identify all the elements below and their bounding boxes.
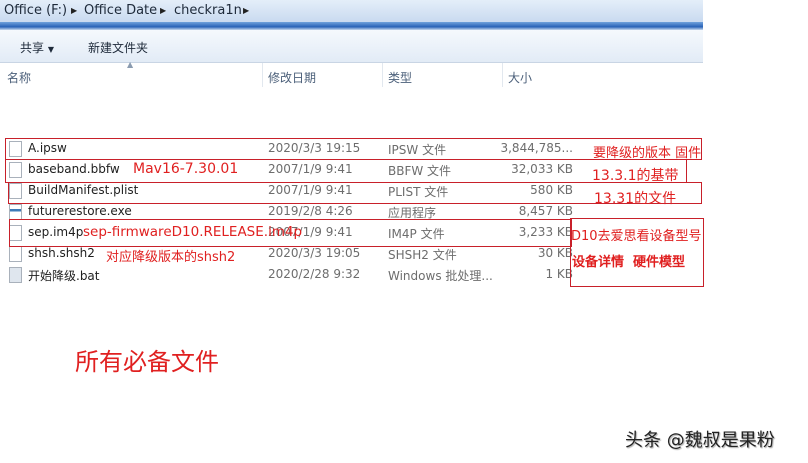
annotation-baseband-note: 13.3.1的基带 [592, 168, 679, 184]
column-divider[interactable] [502, 63, 503, 87]
share-label: 共享 [20, 41, 45, 55]
file-size: 30 KB [537, 246, 573, 260]
annotation-device-path: 设备详情 硬件模型 [572, 255, 686, 270]
file-name: futurerestore.exe [28, 204, 132, 218]
new-folder-button[interactable]: 新建文件夹 [88, 39, 148, 56]
breadcrumb-arrow-icon[interactable]: ▶ [160, 6, 166, 15]
column-divider[interactable] [262, 63, 263, 87]
file-type: SHSH2 文件 [388, 248, 457, 262]
breadcrumb-arrow-icon[interactable]: ▶ [71, 6, 77, 15]
address-bar[interactable]: Office (F:) ▶ Office Date ▶ checkra1n ▶ [0, 0, 703, 22]
file-date: 2020/3/3 19:05 [268, 246, 361, 260]
share-button[interactable]: 共享 ▼ [20, 39, 54, 56]
file-date: 2020/2/28 9:32 [268, 267, 361, 281]
file-name: shsh.shsh2 [28, 246, 95, 260]
bat-icon [9, 267, 22, 283]
annotation-shsh-note: 对应降级版本的shsh2 [106, 250, 236, 265]
sort-ascending-icon: ▲ [127, 60, 134, 69]
file-type: Windows 批处理... [388, 269, 493, 283]
annotation-firmware: 要降级的版本 固件 [593, 146, 702, 161]
breadcrumb-arrow-icon[interactable]: ▶ [243, 6, 249, 15]
breadcrumb-current[interactable]: checkra1n [174, 3, 242, 18]
annotation-device-note: D10去爱思看设备型号 [571, 229, 702, 244]
file-date: 2019/2/8 4:26 [268, 204, 353, 218]
column-size[interactable]: 大小 [508, 69, 532, 86]
file-size: 8,457 KB [518, 204, 573, 218]
column-divider[interactable] [382, 63, 383, 87]
file-name: 开始降级.bat [28, 269, 100, 283]
column-name[interactable]: 名称 [7, 69, 31, 86]
annotation-sep-name: sep-firmwareD10.RELEASE.im4p [83, 224, 303, 240]
chevron-down-icon: ▼ [47, 45, 54, 54]
column-type[interactable]: 类型 [388, 69, 412, 86]
file-size: 1 KB [545, 267, 573, 281]
watermark: 头条 @魏叔是果粉 [625, 430, 775, 451]
column-header: ▲ 名称 修改日期 类型 大小 [0, 60, 703, 87]
annotation-title: 所有必备文件 [75, 348, 219, 376]
file-icon [9, 246, 22, 262]
column-date[interactable]: 修改日期 [268, 69, 316, 86]
window-frame-strip [0, 22, 703, 30]
annotation-box [5, 159, 687, 183]
annotation-plist-note: 13.31的文件 [594, 191, 677, 207]
toolbar: 共享 ▼ 新建文件夹 [0, 30, 703, 63]
exe-icon [9, 204, 22, 220]
annotation-baseband-version: Mav16-7.30.01 [133, 161, 239, 177]
breadcrumb-drive[interactable]: Office (F:) [4, 3, 67, 18]
breadcrumb-folder[interactable]: Office Date [84, 3, 157, 18]
